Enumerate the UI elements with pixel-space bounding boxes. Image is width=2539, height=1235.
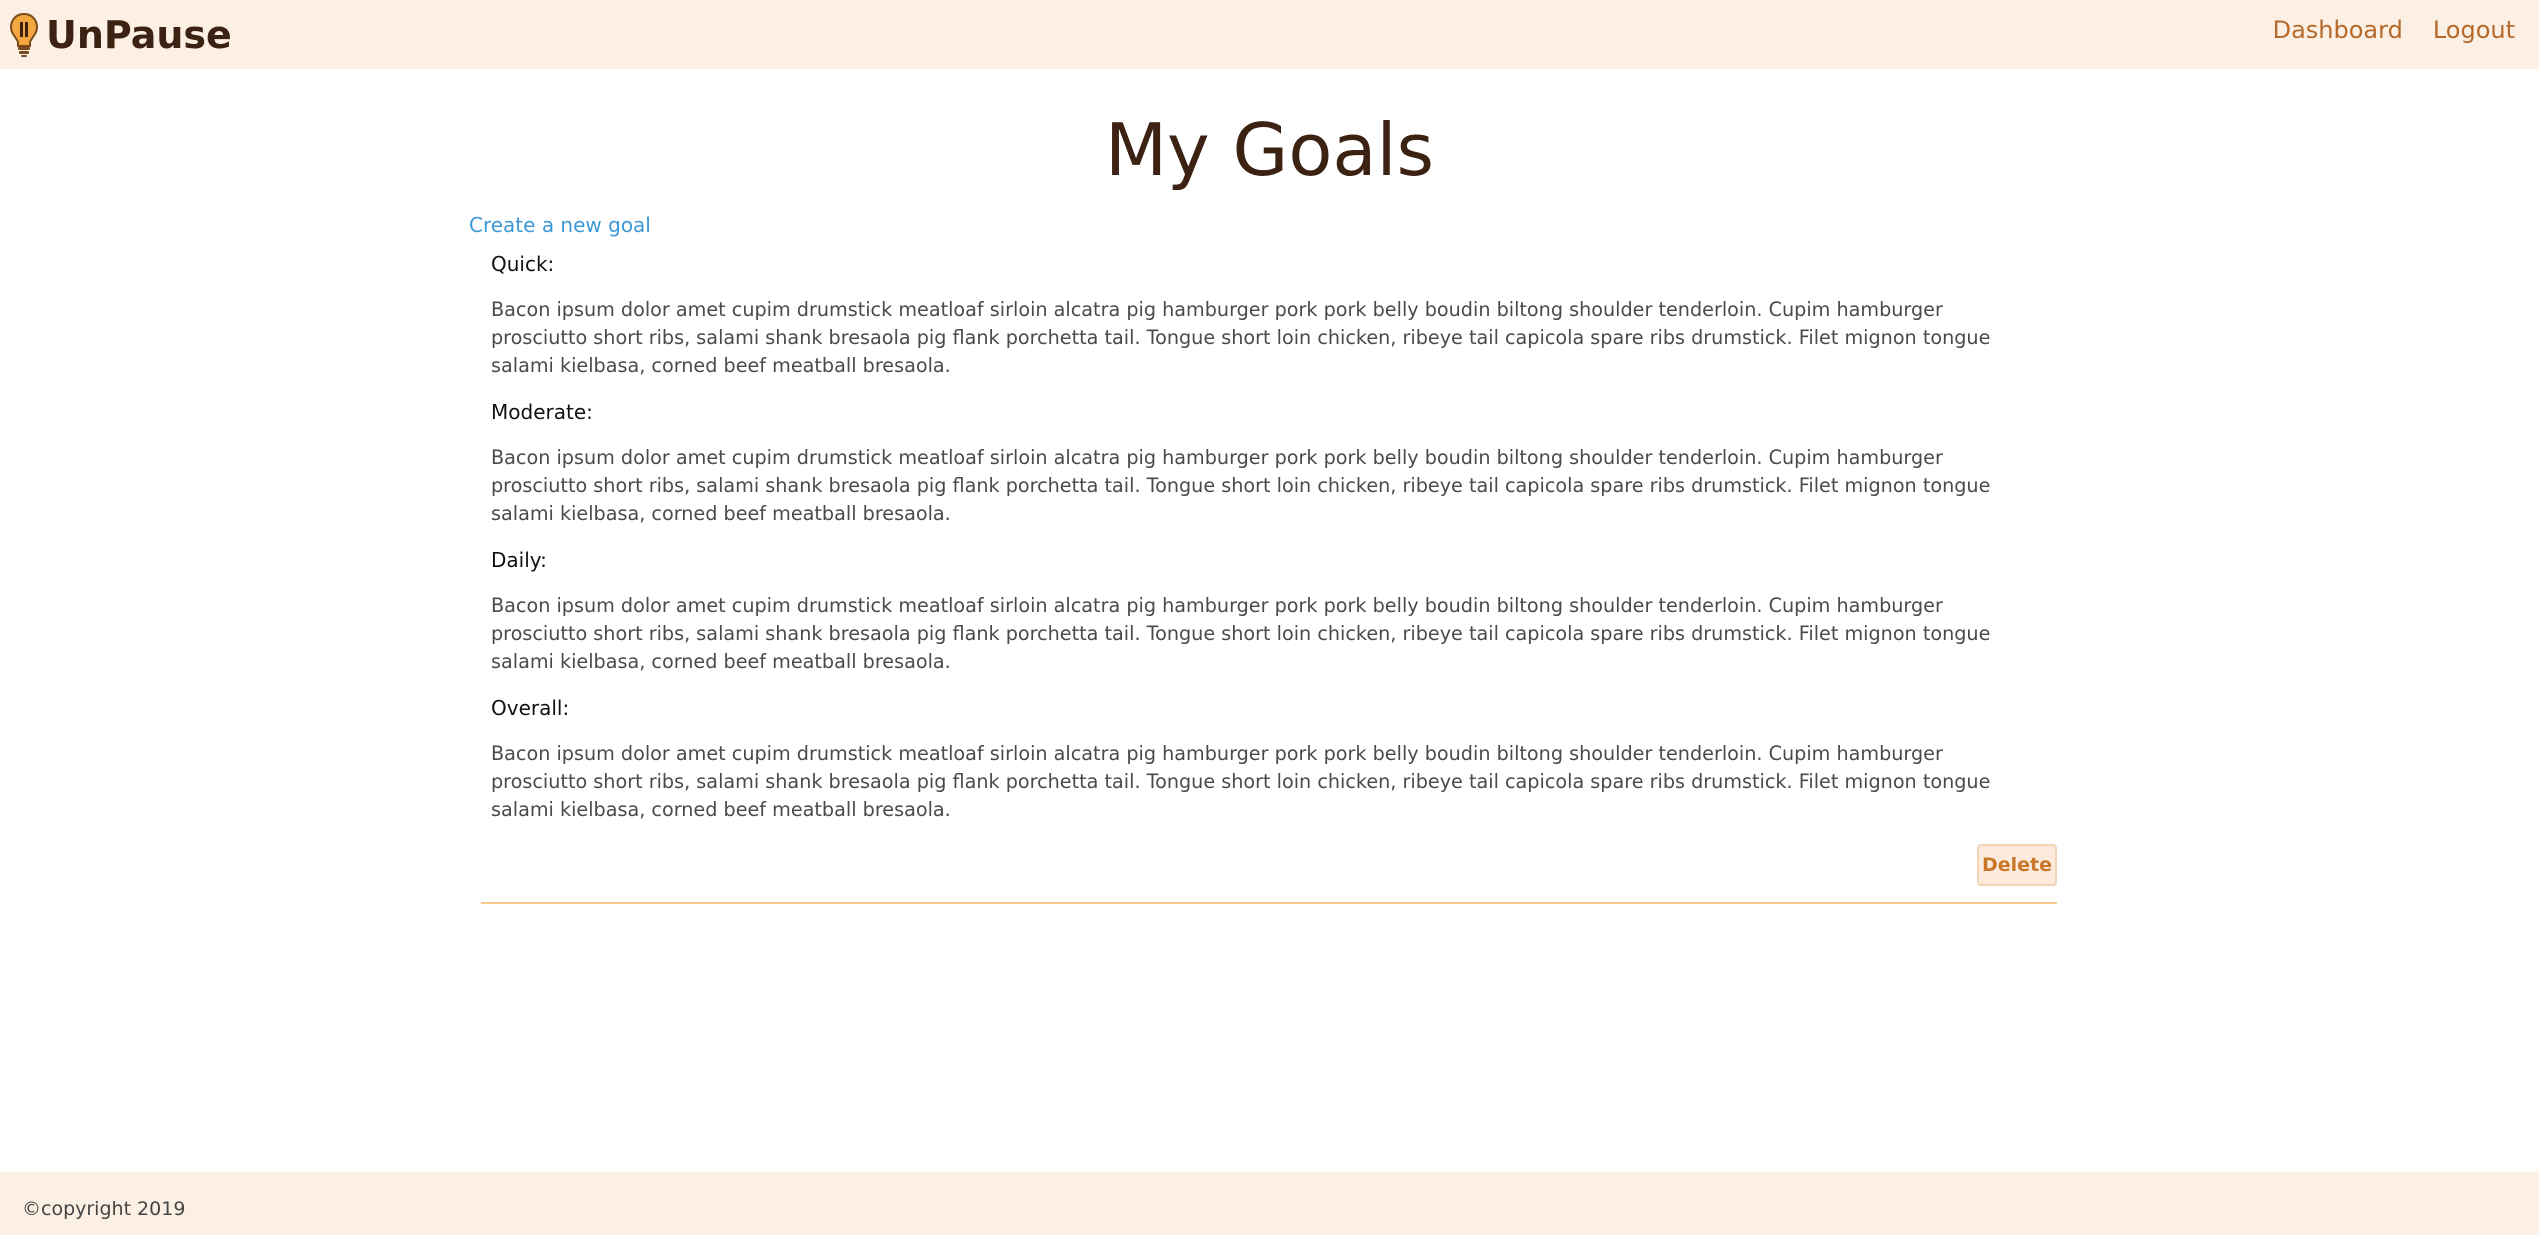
goal-text: Bacon ipsum dolor amet cupim drumstick m… <box>491 594 1991 673</box>
goal-section-moderate: Moderate: Bacon ipsum dolor amet cupim d… <box>481 398 2057 528</box>
lightbulb-pause-icon <box>9 12 39 57</box>
nav-links: Dashboard Logout <box>2273 16 2515 44</box>
goal-section-daily: Daily: Bacon ipsum dolor amet cupim drum… <box>481 546 2057 676</box>
nav-link-dashboard[interactable]: Dashboard <box>2273 16 2403 44</box>
nav-link-logout[interactable]: Logout <box>2433 16 2515 44</box>
goal-text: Bacon ipsum dolor amet cupim drumstick m… <box>491 742 1991 821</box>
goal-label: Moderate: <box>491 400 593 424</box>
navbar: UnPause Dashboard Logout <box>0 0 2539 69</box>
create-goal-link[interactable]: Create a new goal <box>469 213 651 237</box>
goal-text: Bacon ipsum dolor amet cupim drumstick m… <box>491 298 1991 377</box>
goal-section-overall: Overall: Bacon ipsum dolor amet cupim dr… <box>481 694 2057 824</box>
copyright-text: ©copyright 2019 <box>22 1198 186 1220</box>
goal-actions: Delete <box>481 842 2057 890</box>
goal-label: Overall: <box>491 696 570 720</box>
goal-label: Quick: <box>491 252 555 276</box>
goal-section-quick: Quick: Bacon ipsum dolor amet cupim drum… <box>481 250 2057 380</box>
footer: ©copyright 2019 <box>0 1172 2539 1235</box>
goal-text: Bacon ipsum dolor amet cupim drumstick m… <box>491 446 1991 525</box>
goal-label: Daily: <box>491 548 547 572</box>
brand-name: UnPause <box>46 13 232 57</box>
delete-goal-button[interactable]: Delete <box>1977 844 2057 886</box>
goal-divider <box>481 902 2057 904</box>
brand-link[interactable]: UnPause <box>8 10 232 60</box>
goal-card: Quick: Bacon ipsum dolor amet cupim drum… <box>481 250 2057 904</box>
page-title: My Goals <box>1104 108 1435 192</box>
